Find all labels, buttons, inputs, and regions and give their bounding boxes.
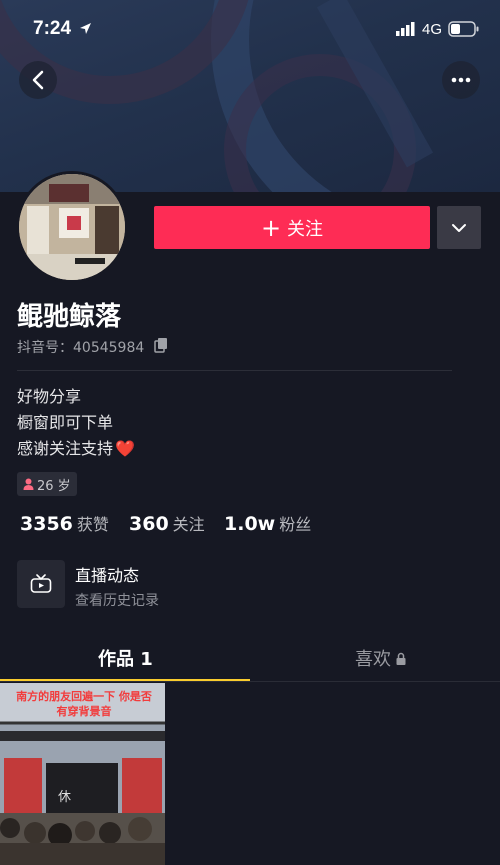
stat-following[interactable]: 360 关注	[129, 511, 205, 535]
profile-name: 鲲驰鲸落	[17, 302, 122, 332]
bio-line: 好物分享	[17, 387, 82, 406]
person-icon	[23, 478, 34, 490]
live-subtitle[interactable]: 查看历史记录	[75, 590, 159, 610]
stat-value: 360	[129, 513, 169, 535]
location-arrow-icon	[80, 23, 91, 34]
svg-text:休: 休	[58, 790, 71, 805]
chevron-left-icon	[32, 70, 44, 90]
stat-value: 3356	[20, 513, 73, 535]
stat-followers[interactable]: 1.0w 粉丝	[224, 511, 311, 535]
follow-button[interactable]: + 关注	[154, 206, 430, 249]
avatar[interactable]	[16, 171, 128, 283]
lock-icon	[396, 652, 406, 665]
status-time: 7:24	[33, 18, 72, 39]
live-history-button[interactable]	[17, 560, 65, 608]
battery-icon	[448, 21, 479, 37]
heart-emoji: ❤️	[115, 439, 135, 458]
tab-likes[interactable]: 喜欢	[355, 645, 406, 671]
network-type: 4G	[422, 21, 443, 38]
copy-icon[interactable]	[154, 337, 168, 353]
stat-value: 1.0w	[224, 513, 276, 535]
more-options-button[interactable]	[442, 61, 480, 99]
bio-line: 感谢关注支持	[17, 439, 114, 458]
signal-icon	[396, 22, 415, 36]
divider	[17, 370, 452, 371]
recommend-dropdown-button[interactable]	[437, 206, 481, 249]
back-button[interactable]	[19, 61, 57, 99]
video-caption: 南方的朋友回遍一下 你是否有穿背景音	[16, 690, 152, 718]
stat-label: 粉丝	[279, 515, 312, 534]
plus-icon: +	[260, 213, 282, 242]
stat-label: 获赞	[76, 515, 109, 534]
bio-line: 橱窗即可下单	[17, 413, 114, 432]
age-tag: 26 岁	[17, 472, 77, 496]
bio-line-with-emoji: 感谢关注支持 ❤️	[17, 435, 135, 459]
follow-label: 关注	[287, 218, 324, 240]
douyin-id: 抖音号：40545984	[17, 340, 145, 356]
tab-divider	[0, 681, 500, 682]
chevron-down-icon	[452, 223, 466, 232]
tab-likes-label: 喜欢	[355, 649, 391, 670]
stat-likes[interactable]: 3356 获赞	[20, 511, 109, 535]
age-label: 26 岁	[37, 478, 71, 494]
video-thumbnail[interactable]: 休 南方的朋友回遍一下 你是否有穿背景音	[0, 683, 165, 865]
tab-works[interactable]: 作品 1	[98, 645, 153, 671]
more-dots-icon	[451, 77, 471, 83]
tv-icon	[30, 574, 52, 593]
stat-label: 关注	[172, 515, 205, 534]
live-title[interactable]: 直播动态	[75, 562, 139, 586]
status-bar: 7:24 4G	[0, 0, 500, 60]
